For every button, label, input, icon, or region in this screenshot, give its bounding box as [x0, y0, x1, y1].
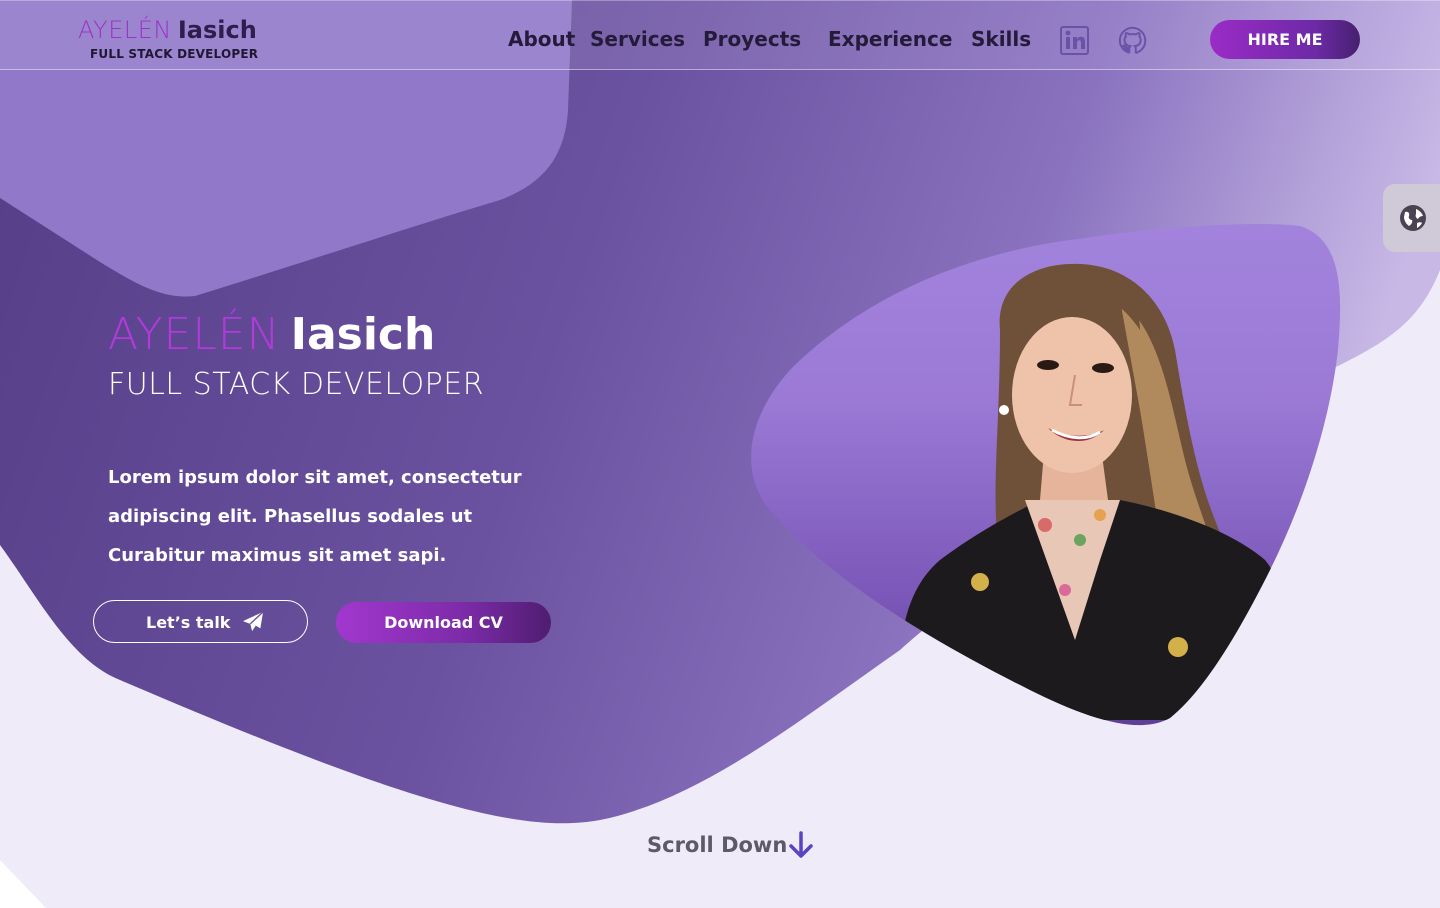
brand-logo[interactable]: AYELÉN Iasich FULL STACK DEVELOPER [78, 15, 258, 61]
nav-skills[interactable]: Skills [971, 27, 1031, 51]
arrow-down-icon [789, 831, 813, 858]
brand-first-name: AYELÉN [78, 16, 172, 44]
hire-me-button[interactable]: HIRE ME [1210, 20, 1360, 59]
lets-talk-label: Let’s talk [146, 613, 231, 632]
nav-about[interactable]: About [508, 27, 575, 51]
github-icon[interactable] [1118, 26, 1147, 55]
brand-subtitle: FULL STACK DEVELOPER [90, 47, 259, 61]
linkedin-icon[interactable] [1060, 26, 1089, 55]
hero-first-name: AYELÉN [108, 309, 281, 360]
paper-plane-icon [242, 611, 264, 632]
navbar: AYELÉN Iasich FULL STACK DEVELOPER About … [0, 0, 1440, 70]
hero-title: FULL STACK DEVELOPER [108, 367, 485, 402]
hero-text-line: Lorem ipsum dolor sit amet, consectetur [108, 467, 522, 488]
scroll-down[interactable]: Scroll Down [647, 830, 817, 862]
hero-last-name: Iasich [290, 309, 436, 360]
nav-experience[interactable]: Experience [828, 27, 952, 51]
hero-name: AYELÉN Iasich [108, 306, 435, 364]
language-toggle[interactable] [1383, 184, 1440, 252]
globe-icon [1400, 205, 1426, 231]
nav-proyects[interactable]: Proyects [703, 27, 801, 51]
nav-services[interactable]: Services [590, 27, 685, 51]
hero-text-line: adipiscing elit. Phasellus sodales ut [108, 506, 473, 527]
hero-description: Lorem ipsum dolor sit amet, consectetur … [108, 458, 528, 575]
hero-background [0, 0, 1440, 908]
scroll-down-label: Scroll Down [647, 833, 788, 857]
download-cv-button[interactable]: Download CV [336, 602, 551, 643]
hero-text-line: Curabitur maximus sit amet sapi. [108, 545, 447, 566]
lets-talk-button[interactable]: Let’s talk [93, 600, 308, 643]
brand-last-name: Iasich [177, 16, 257, 44]
